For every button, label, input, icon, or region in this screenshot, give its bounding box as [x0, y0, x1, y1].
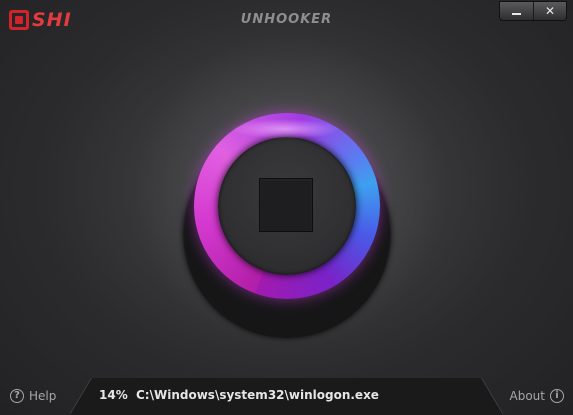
minimize-button[interactable]: [500, 2, 533, 20]
help-link[interactable]: ? Help: [10, 389, 56, 403]
minimize-icon: [512, 12, 521, 15]
stop-button[interactable]: [259, 178, 313, 232]
help-icon: ?: [10, 389, 24, 403]
window-controls: ✕: [499, 1, 567, 21]
app-window: SHI UNHOOKER ✕ 14% C:\Windows\system32\w…: [0, 0, 573, 415]
close-button[interactable]: ✕: [533, 2, 566, 20]
app-title: UNHOOKER: [240, 12, 333, 27]
ring-highlight: [230, 119, 340, 139]
about-link[interactable]: About i: [510, 389, 564, 403]
close-icon: ✕: [544, 4, 556, 18]
current-file-path: C:\Windows\system32\winlogon.exe: [136, 388, 379, 402]
info-icon: i: [550, 389, 564, 403]
progress-percent: 14%: [99, 388, 128, 402]
help-label: Help: [29, 389, 57, 403]
about-label: About: [509, 389, 545, 403]
